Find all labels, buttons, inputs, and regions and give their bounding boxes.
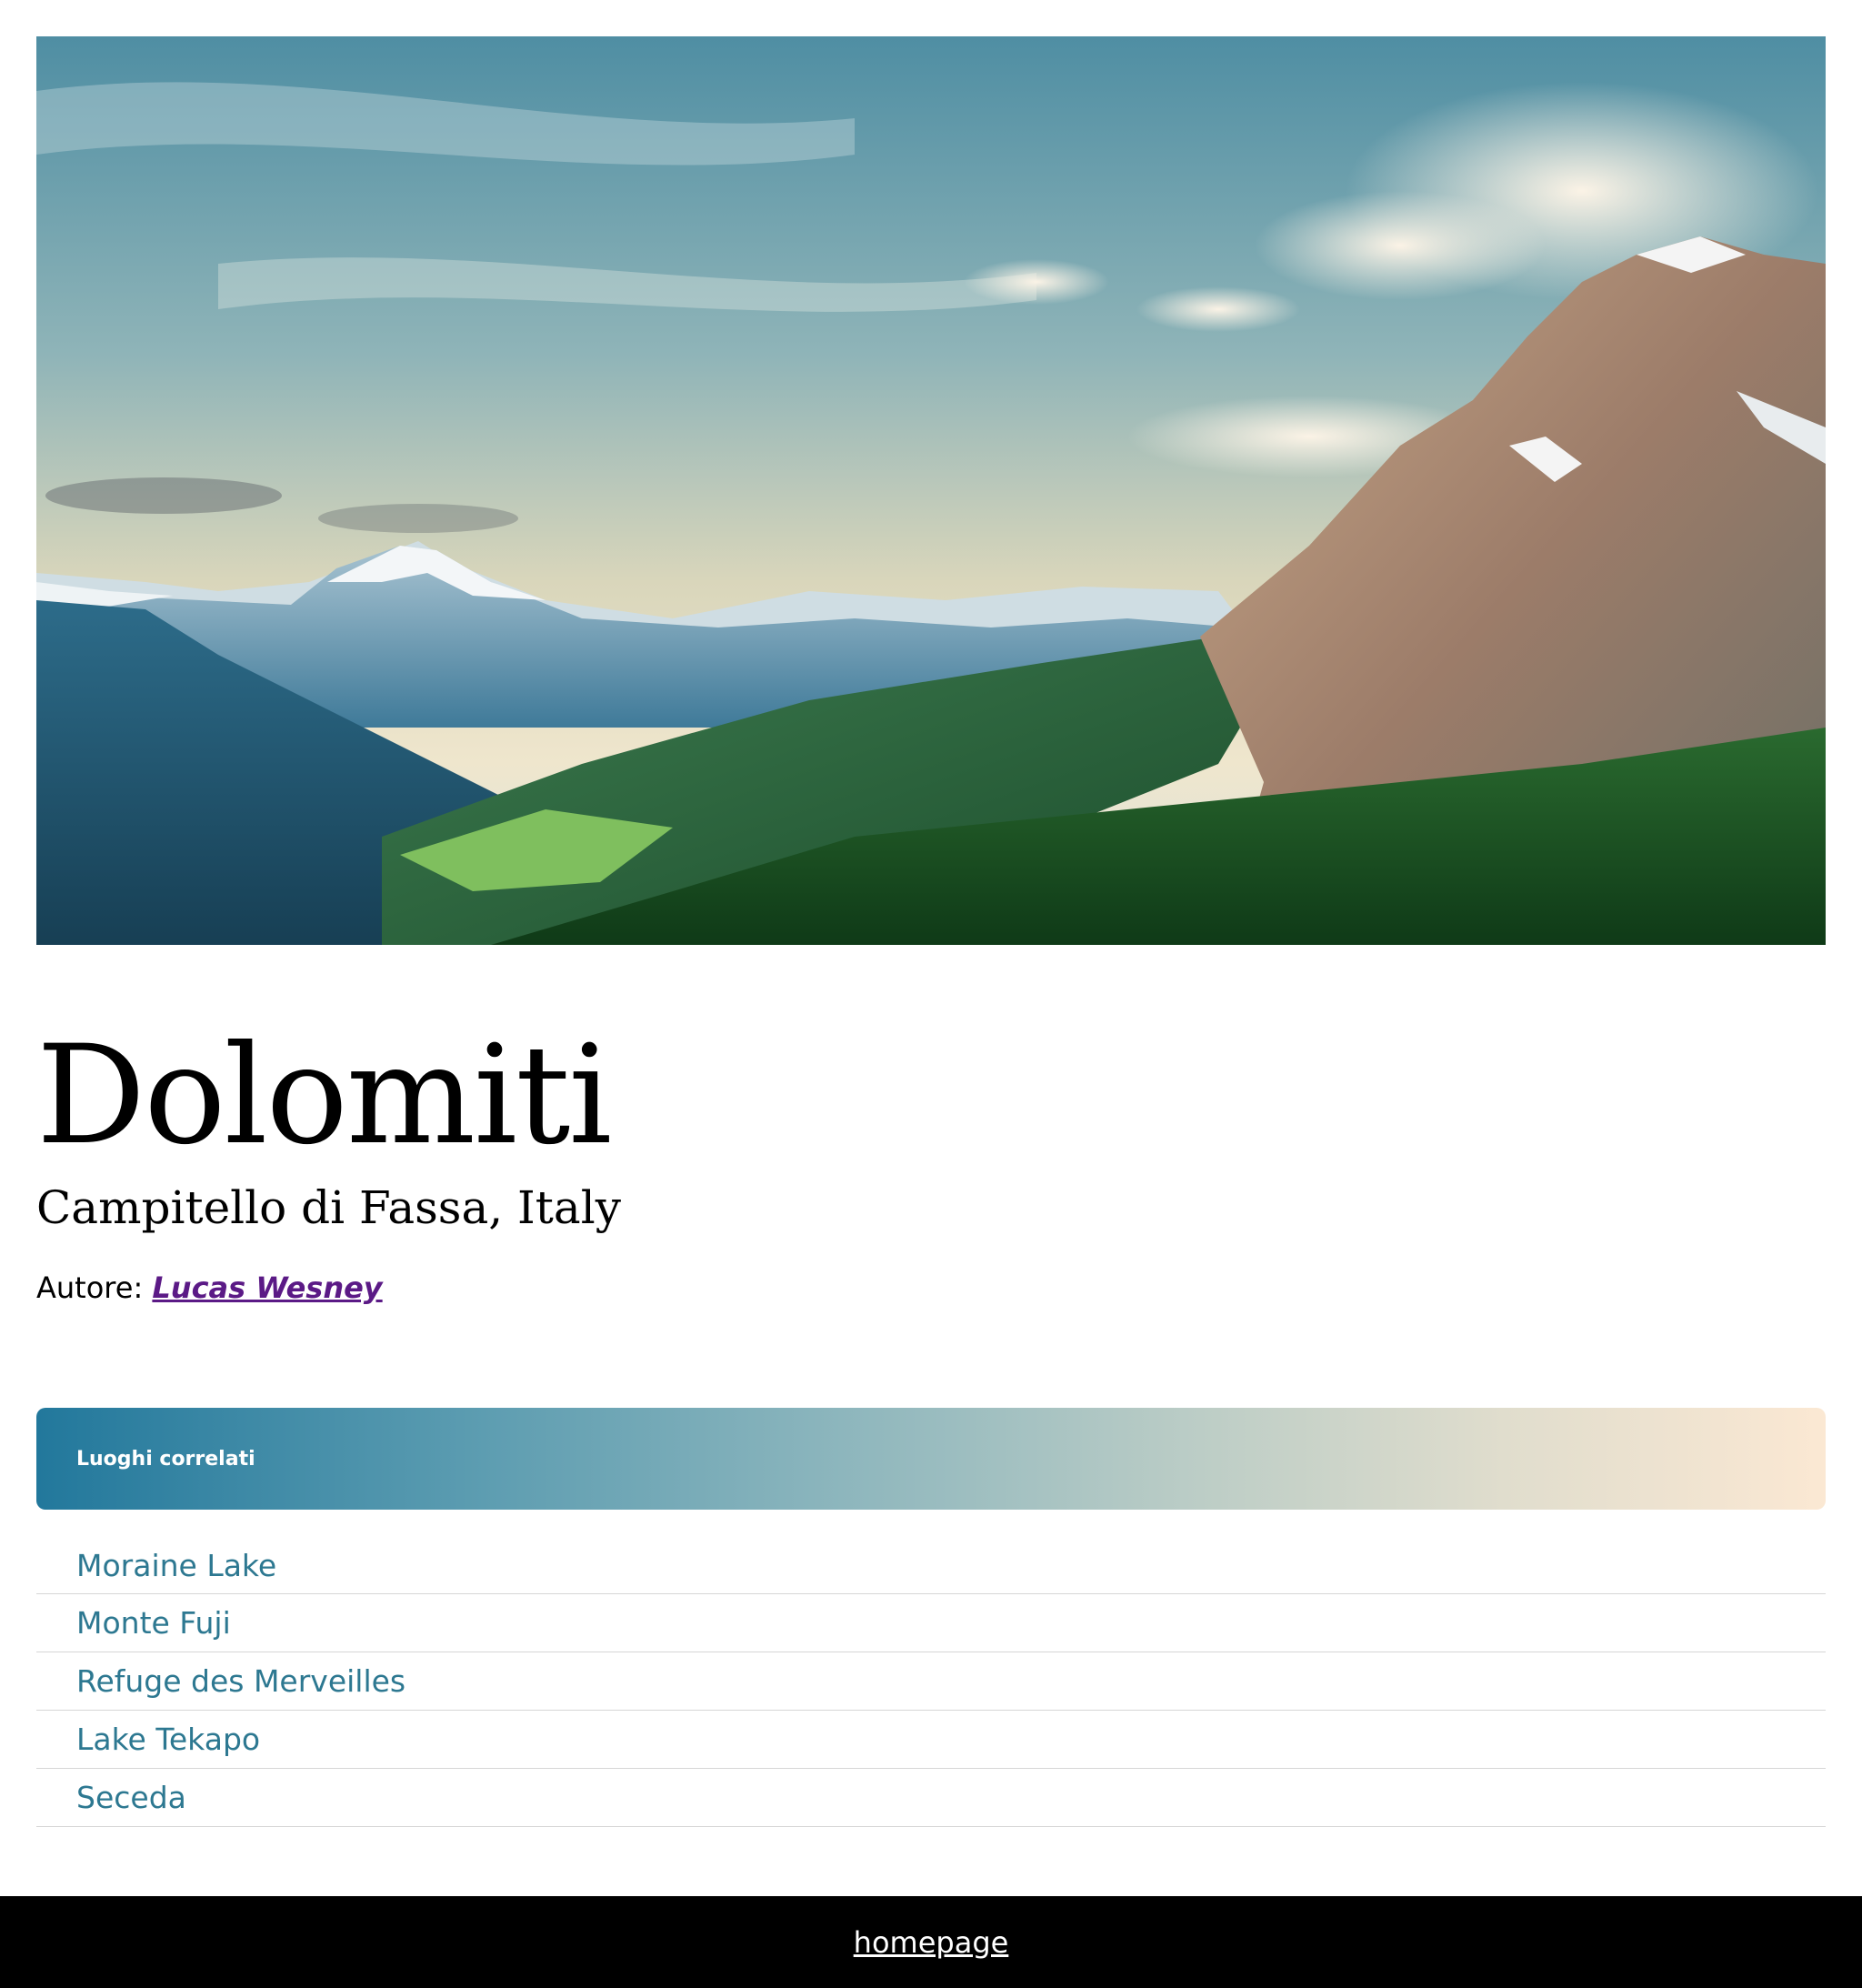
related-place-link[interactable]: Monte Fuji bbox=[36, 1594, 1826, 1652]
related-places-section: Luoghi correlati Moraine Lake Monte Fuji… bbox=[36, 1408, 1826, 1827]
author-label: Autore: bbox=[36, 1270, 144, 1305]
related-places-heading: Luoghi correlati bbox=[76, 1447, 255, 1471]
related-place-link[interactable]: Refuge des Merveilles bbox=[36, 1652, 1826, 1711]
related-place-link[interactable]: Lake Tekapo bbox=[36, 1711, 1826, 1769]
location-subtitle: Campitello di Fassa, Italy bbox=[36, 1181, 621, 1234]
related-place-link[interactable]: Moraine Lake bbox=[36, 1537, 1826, 1594]
mountain-landscape-photo bbox=[36, 36, 1826, 945]
related-places-header: Luoghi correlati bbox=[36, 1408, 1826, 1510]
homepage-link[interactable]: homepage bbox=[854, 1925, 1009, 1960]
related-places-list: Moraine Lake Monte Fuji Refuge des Merve… bbox=[36, 1537, 1826, 1827]
page-title: Dolomiti bbox=[36, 1017, 612, 1175]
related-place-link[interactable]: Seceda bbox=[36, 1769, 1826, 1827]
author-link[interactable]: Lucas Wesney bbox=[152, 1270, 382, 1305]
footer: homepage bbox=[0, 1896, 1862, 1988]
author-line: Autore: Lucas Wesney bbox=[36, 1268, 383, 1308]
hero-image bbox=[36, 36, 1826, 945]
